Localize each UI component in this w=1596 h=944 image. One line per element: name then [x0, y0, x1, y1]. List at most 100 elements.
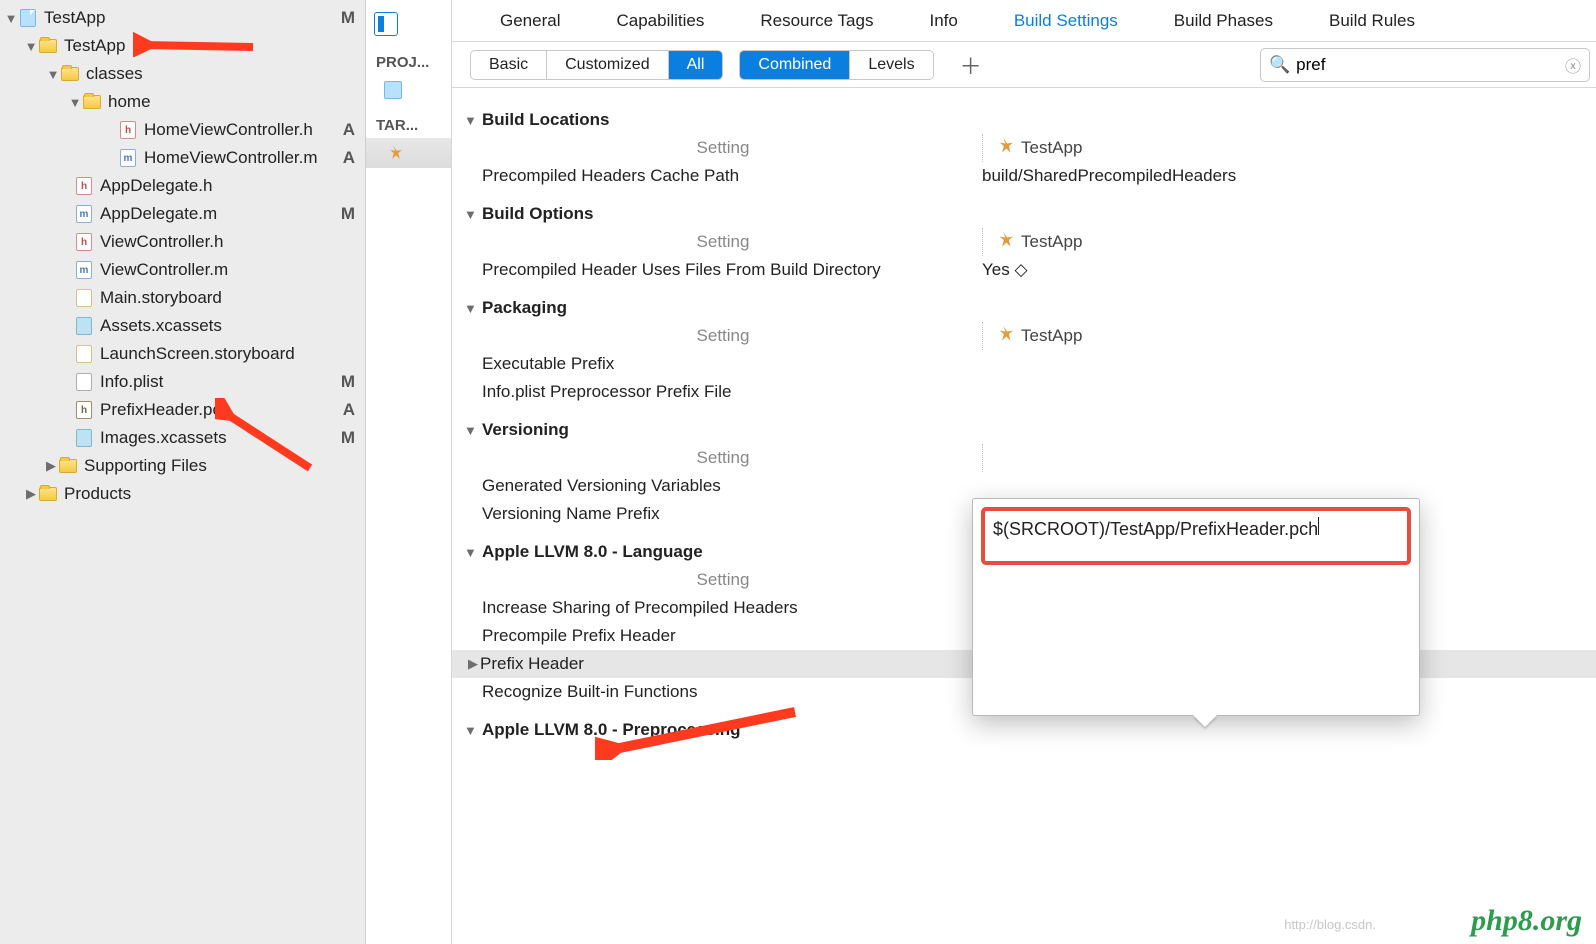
settings-search[interactable]: 🔍 ⓧ — [1260, 48, 1590, 82]
tree-label: HomeViewController.m — [144, 148, 318, 168]
value-editor-popover[interactable]: $(SRCROOT)/TestApp/PrefixHeader.pch — [972, 498, 1420, 716]
tree-file-assets[interactable]: ▶ Assets.xcassets — [0, 312, 365, 340]
app-icon — [993, 136, 1013, 161]
view-combined[interactable]: Combined — [740, 51, 849, 79]
xcodeproj-icon — [384, 81, 402, 99]
popover-arrow-icon — [1193, 715, 1217, 727]
impl-file-icon: m — [76, 261, 92, 279]
impl-file-icon: m — [76, 205, 92, 223]
clear-search-icon[interactable]: ⓧ — [1565, 53, 1581, 77]
setting-label: Precompiled Headers Cache Path — [464, 166, 739, 186]
impl-file-icon: m — [120, 149, 136, 167]
disclosure-icon[interactable]: ▼ — [464, 301, 478, 316]
projects-header: PROJ... — [366, 44, 451, 75]
setting-value[interactable]: Yes ◇ — [982, 260, 1028, 280]
tree-file-vc-m[interactable]: ▶ m ViewController.m — [0, 256, 365, 284]
tree-group-classes[interactable]: ▼ classes — [0, 60, 365, 88]
tree-group-home[interactable]: ▼ home — [0, 88, 365, 116]
project-editor-tabbar: General Capabilities Resource Tags Info … — [452, 0, 1596, 42]
tree-file-launchscreen[interactable]: ▶ LaunchScreen.storyboard — [0, 340, 365, 368]
setting-infoplist-prefix-file[interactable]: Info.plist Preprocessor Prefix File — [452, 378, 1596, 406]
tree-file-appdelegate-h[interactable]: ▶ h AppDelegate.h — [0, 172, 365, 200]
target-name: TestApp — [1021, 138, 1082, 158]
setting-label: Recognize Built-in Functions — [464, 682, 697, 702]
tree-label: AppDelegate.m — [100, 204, 217, 224]
disclosure-icon[interactable]: ▼ — [464, 423, 478, 438]
column-setting-title: Setting — [464, 138, 982, 158]
tree-label: ViewController.m — [100, 260, 228, 280]
tab-build-phases[interactable]: Build Phases — [1146, 0, 1301, 42]
add-setting-button[interactable]: ＋ — [950, 49, 992, 81]
tree-file-main-storyboard[interactable]: ▶ Main.storyboard — [0, 284, 365, 312]
setting-generated-versioning[interactable]: Generated Versioning Variables — [452, 472, 1596, 500]
tree-label: Supporting Files — [84, 456, 207, 476]
tab-build-settings[interactable]: Build Settings — [986, 0, 1146, 42]
scope-customized[interactable]: Customized — [546, 51, 667, 79]
tab-build-rules[interactable]: Build Rules — [1301, 0, 1443, 42]
setting-pch-cache-path[interactable]: Precompiled Headers Cache Path build/Sha… — [452, 162, 1596, 190]
view-levels[interactable]: Levels — [849, 51, 932, 79]
tree-file-vc-h[interactable]: ▶ h ViewController.h — [0, 228, 365, 256]
header-file-icon: h — [120, 121, 136, 139]
tree-label: PrefixHeader.pch — [100, 400, 230, 420]
tab-capabilities[interactable]: Capabilities — [588, 0, 732, 42]
tree-label: Main.storyboard — [100, 288, 222, 308]
tab-info[interactable]: Info — [901, 0, 985, 42]
tree-file-hvc-h[interactable]: ▶ h HomeViewController.h A — [0, 116, 365, 144]
search-input[interactable] — [1296, 55, 1565, 75]
target-name: TestApp — [1021, 326, 1082, 346]
disclosure-icon[interactable]: ▶ — [468, 656, 478, 672]
tab-resource-tags[interactable]: Resource Tags — [732, 0, 901, 42]
app-icon — [384, 144, 402, 162]
disclosure-icon[interactable]: ▼ — [24, 39, 38, 54]
scope-all[interactable]: All — [668, 51, 723, 79]
targets-header: TAR... — [366, 107, 451, 138]
value-editor-text: $(SRCROOT)/TestApp/PrefixHeader.pch — [993, 519, 1318, 539]
target-name: TestApp — [1021, 232, 1082, 252]
app-icon — [993, 230, 1013, 255]
tree-label: LaunchScreen.storyboard — [100, 344, 295, 364]
build-settings-filterbar: Basic Customized All Combined Levels ＋ 🔍… — [452, 42, 1596, 88]
disclosure-icon[interactable]: ▼ — [68, 95, 82, 110]
tree-label: Products — [64, 484, 131, 504]
folder-icon — [61, 67, 79, 81]
column-setting-title: Setting — [464, 570, 982, 590]
disclosure-icon[interactable]: ▼ — [464, 207, 478, 222]
tree-label: Assets.xcassets — [100, 316, 222, 336]
tree-label: HomeViewController.h — [144, 120, 313, 140]
plist-icon — [76, 373, 92, 391]
tree-file-appdelegate-m[interactable]: ▶ m AppDelegate.m M — [0, 200, 365, 228]
section-title: Build Options — [482, 204, 593, 224]
disclosure-icon[interactable]: ▶ — [24, 486, 38, 502]
disclosure-icon[interactable]: ▼ — [46, 67, 60, 82]
setting-label: Prefix Header — [480, 654, 584, 674]
setting-pch-uses-build-dir[interactable]: Precompiled Header Uses Files From Build… — [452, 256, 1596, 284]
tree-label: home — [108, 92, 151, 112]
setting-label: Executable Prefix — [464, 354, 614, 374]
tree-file-hvc-m[interactable]: ▶ m HomeViewController.m A — [0, 144, 365, 172]
watermark-url: http://blog.csdn. — [1284, 917, 1376, 932]
project-item[interactable] — [366, 75, 451, 105]
section-title: Versioning — [482, 420, 569, 440]
tree-label: ViewController.h — [100, 232, 223, 252]
disclosure-icon[interactable]: ▶ — [44, 458, 58, 474]
disclosure-icon[interactable]: ▼ — [464, 545, 478, 560]
scm-status: M — [341, 204, 365, 224]
scm-status: M — [341, 372, 365, 392]
project-target-list: PROJ... TAR... — [366, 0, 452, 944]
tree-file-info-plist[interactable]: ▶ Info.plist M — [0, 368, 365, 396]
disclosure-icon[interactable]: ▼ — [4, 11, 18, 26]
scm-status: M — [341, 8, 365, 28]
outline-toggle-icon[interactable] — [374, 12, 398, 36]
section-title: Packaging — [482, 298, 567, 318]
disclosure-icon[interactable]: ▼ — [464, 723, 478, 738]
tab-general[interactable]: General — [472, 0, 588, 42]
tree-group-products[interactable]: ▶ Products — [0, 480, 365, 508]
setting-executable-prefix[interactable]: Executable Prefix — [452, 350, 1596, 378]
setting-value[interactable]: build/SharedPrecompiledHeaders — [982, 166, 1236, 186]
scope-basic[interactable]: Basic — [471, 51, 546, 79]
target-item-testapp[interactable] — [366, 138, 451, 168]
disclosure-icon[interactable]: ▼ — [464, 113, 478, 128]
value-editor-input[interactable]: $(SRCROOT)/TestApp/PrefixHeader.pch — [981, 507, 1411, 565]
scope-segment: Basic Customized All — [470, 50, 723, 80]
